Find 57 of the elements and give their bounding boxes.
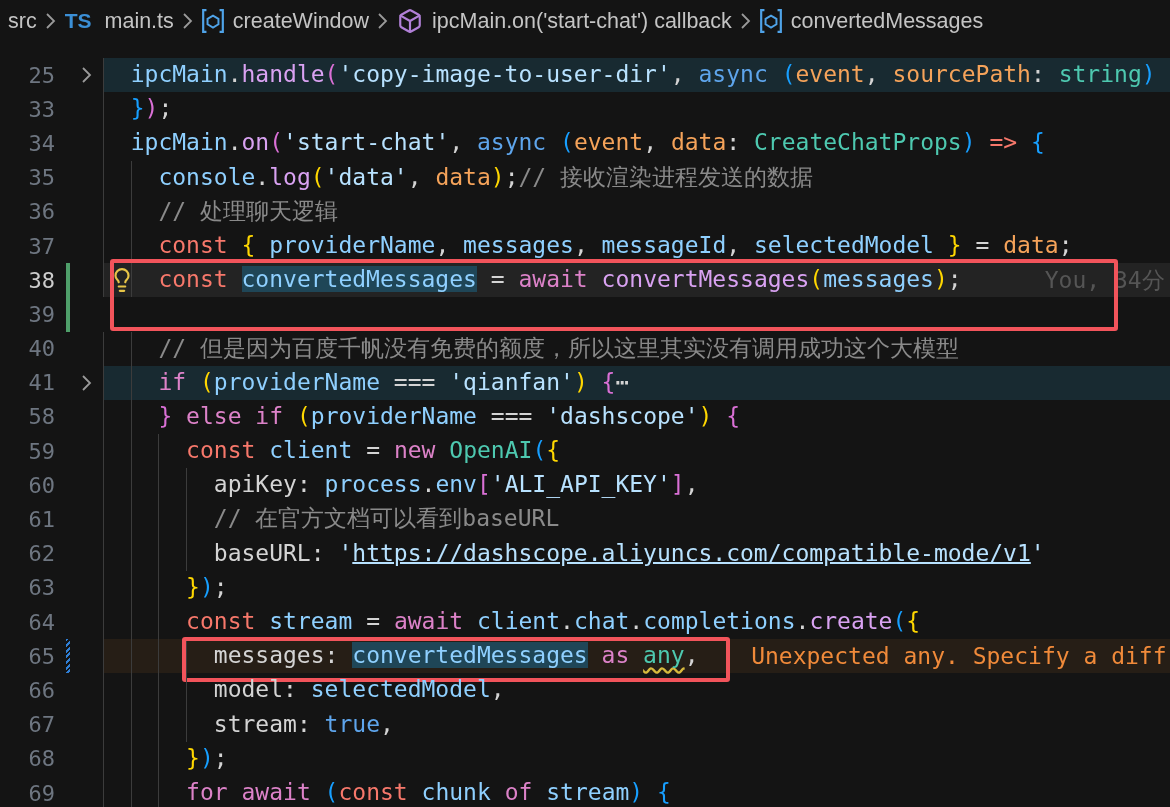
line-number: 61	[27, 507, 55, 533]
line-number: 35	[27, 165, 55, 191]
line-number: 59	[27, 438, 55, 464]
line-number: 36	[27, 199, 55, 225]
chevron-icon	[378, 13, 389, 29]
line-number: 65	[27, 643, 55, 669]
code-line: const convertedMessages = await convertMessages(messages);	[103, 263, 962, 298]
chevron-icon	[740, 13, 751, 29]
code-line: stream: true,	[103, 707, 394, 742]
breadcrumb-item[interactable]: main.ts	[104, 8, 174, 34]
code-line: ipcMain.on('start-chat', async (event, data: CreateChatProps) => {	[103, 126, 1045, 161]
code-line: const client = new OpenAI({	[103, 434, 561, 469]
code-line: model: selectedModel,	[103, 673, 505, 708]
variable-icon	[201, 9, 224, 33]
code-line: ipcMain.handle('copy-image-to-user-dir', async (event, sourcePath: string)	[103, 58, 1156, 93]
breadcrumb-item[interactable]: ipcMain.on('start-chat') callback	[432, 8, 732, 34]
fold-chevron-icon[interactable]	[81, 67, 92, 84]
code-line: // 处理聊天逻辑	[103, 194, 338, 229]
line-number: 62	[27, 541, 55, 567]
chevron-icon	[182, 13, 193, 29]
code-line: messages: convertedMessages as any,	[103, 639, 699, 674]
chevron-icon	[45, 13, 56, 29]
line-number: 64	[27, 609, 55, 635]
code-line: const { providerName, messages, messageId, selectedModel } = data;	[103, 228, 1073, 264]
line-number: 37	[27, 233, 55, 259]
line-number: 67	[27, 712, 55, 738]
line-number: 41	[27, 370, 55, 396]
variable-icon	[759, 9, 782, 33]
breadcrumb-item[interactable]: src	[8, 8, 37, 34]
line-number: 40	[27, 336, 55, 362]
code-line: baseURL: 'https://dashscope.aliyuncs.com/compatible-mode/v1'	[103, 536, 1045, 571]
line-number: 38	[27, 267, 55, 293]
line-number: 60	[27, 472, 55, 498]
code-line: // 在官方文档可以看到baseURL	[103, 502, 560, 537]
line-number: 34	[27, 130, 55, 156]
code-line: apiKey: process.env['ALI_API_KEY'],	[103, 468, 699, 503]
code-line: for await (const chunk of stream) {	[103, 775, 671, 807]
code-line: console.log('data', data);// 接收渲染进程发送的数据	[103, 160, 814, 195]
line-number: 68	[27, 746, 55, 772]
breadcrumb-item[interactable]: convertedMessages	[790, 8, 984, 34]
code-line: } else if (providerName === 'dashscope') {	[103, 399, 741, 435]
line-number: 25	[27, 62, 55, 88]
error-message: Unexpected any. Specify a diff	[751, 643, 1167, 670]
line-number: 69	[27, 780, 55, 806]
code-line: // 但是因为百度千帆没有免费的额度，所以这里其实没有调用成功这个大模型	[103, 331, 959, 366]
line-number: 39	[27, 301, 55, 327]
line-number: 33	[27, 96, 55, 122]
line-number: 58	[27, 404, 55, 430]
line-number: 63	[27, 575, 55, 601]
code-line: if (providerName === 'qianfan') {⋯	[103, 365, 630, 400]
typescript-file-icon: TS	[64, 9, 92, 33]
code-line: const stream = await client.chat.completions.create({	[103, 605, 921, 640]
line-number: 66	[27, 677, 55, 703]
fold-chevron-icon[interactable]	[81, 374, 92, 391]
code-line: });	[103, 92, 173, 127]
cube-icon	[397, 8, 424, 34]
breadcrumb-item[interactable]: createWindow	[232, 8, 370, 34]
